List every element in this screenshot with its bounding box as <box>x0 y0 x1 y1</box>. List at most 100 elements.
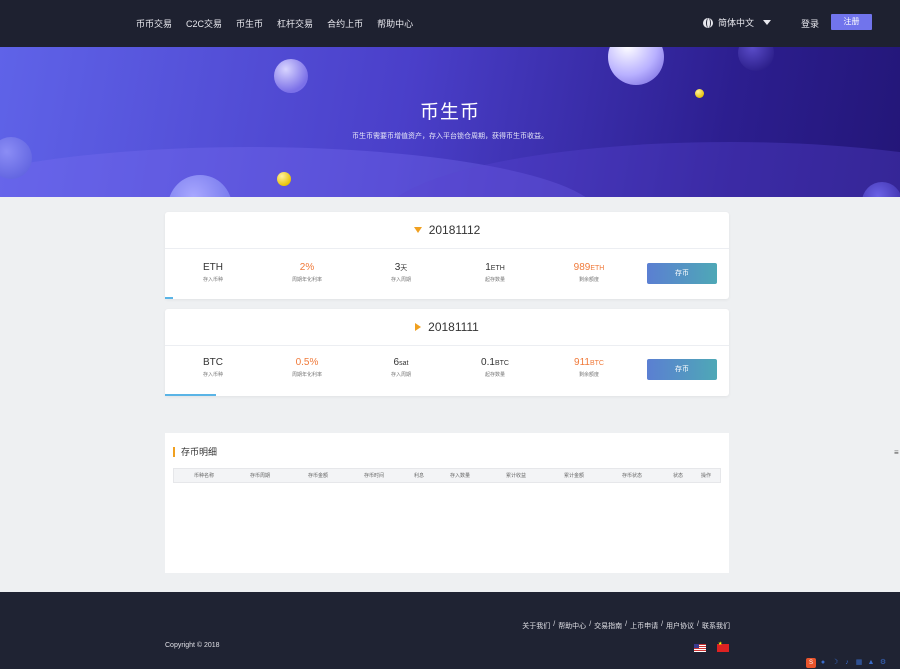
footer-link-listing[interactable]: 上币申请 <box>630 621 658 631</box>
deposit-button[interactable]: 存币 <box>647 263 717 284</box>
product-card-header[interactable]: 20181112 <box>165 212 729 249</box>
top-navbar: 币币交易 C2C交易 币生币 杠杆交易 合约上币 帮助中心 简体中文 登录 注册 <box>0 0 900 47</box>
records-title: 存币明细 <box>173 447 217 457</box>
column-header: 币种名称 <box>193 473 215 479</box>
column-header: 利息 <box>413 473 425 479</box>
column-header: 累计金额 <box>563 473 585 479</box>
input-method-icon[interactable]: S <box>806 658 816 668</box>
min-label: 起存数量 <box>484 372 505 378</box>
rate-value: 2% <box>299 262 315 273</box>
footer-link-agreement[interactable]: 用户协议 <box>666 621 694 631</box>
remaining-value: 989ETH <box>573 262 605 273</box>
column-header: 存入数量 <box>449 473 471 479</box>
tray-icon[interactable]: ▦ <box>854 658 864 668</box>
rate-value: 0.5% <box>295 357 319 368</box>
product-card: 20181111 BTC 存入币种 0.5% 周期年化利率 6sat 存入周期 … <box>165 309 729 396</box>
column-header: 状态 <box>672 473 684 479</box>
nav-link-listing[interactable]: 合约上币 <box>327 17 363 30</box>
tray-icon[interactable]: ♪ <box>842 658 852 668</box>
cn-flag-icon[interactable] <box>717 641 729 652</box>
stat-remaining: 911BTC 剩余额度 <box>541 357 637 378</box>
coin-label: 存入币种 <box>202 372 223 378</box>
footer: 关于我们 / 帮助中心 / 交易指南 / 上币申请 / 用户协议 / 联系我们 … <box>0 592 900 669</box>
remaining-label: 剩余额度 <box>578 277 599 283</box>
language-selector[interactable]: 简体中文 <box>703 16 772 29</box>
rate-label: 周期年化利率 <box>291 277 322 283</box>
language-label: 简体中文 <box>718 18 755 28</box>
column-header: 操作 <box>700 473 712 479</box>
stat-coin: BTC 存入币种 <box>165 357 261 378</box>
footer-link-guide[interactable]: 交易指南 <box>594 621 622 631</box>
period-value: 6sat <box>393 357 409 368</box>
footer-links: 关于我们 / 帮助中心 / 交易指南 / 上币申请 / 用户协议 / 联系我们 <box>522 621 730 631</box>
tray-icon[interactable]: ● <box>818 658 828 668</box>
us-flag-icon[interactable] <box>694 644 706 652</box>
footer-separator: / <box>661 621 664 628</box>
column-header: 存币时间 <box>363 473 385 479</box>
footer-separator: / <box>553 621 556 628</box>
rate-label: 周期年化利率 <box>291 372 322 378</box>
records-table-header: 币种名称 存币周期 存币金额 存币时间 利息 存入数量 累计收益 累计金额 存币… <box>173 468 721 483</box>
collapse-arrow-icon <box>415 323 422 331</box>
deposit-records-panel: 存币明细 币种名称 存币周期 存币金额 存币时间 利息 存入数量 累计收益 累计… <box>165 433 729 573</box>
scroll-mark-icon: ≡ <box>894 448 899 457</box>
stat-rate: 0.5% 周期年化利率 <box>259 357 355 378</box>
decorative-sphere <box>738 47 774 71</box>
remaining-value: 911BTC <box>574 357 604 368</box>
period-label: 存入周期 <box>390 372 411 378</box>
column-header: 存币状态 <box>621 473 643 479</box>
product-card-header[interactable]: 20181111 <box>165 309 729 346</box>
remaining-label: 剩余额度 <box>578 372 599 378</box>
footer-separator: / <box>697 621 699 628</box>
hero-banner: 币生币 币生币需要币增值资产，存入平台锁仓周期，获得币生币收益。 <box>0 47 900 197</box>
nav-link-staking[interactable]: 币生币 <box>236 17 263 30</box>
coin-label: 存入币种 <box>202 277 223 283</box>
gold-coin <box>277 172 291 186</box>
product-name: 20181111 <box>428 320 479 334</box>
product-card: 20181112 ETH 存入币种 2% 周期年化利率 3天 存入周期 1ETH… <box>165 212 729 299</box>
footer-link-contact[interactable]: 联系我们 <box>702 621 730 631</box>
register-button[interactable]: 注册 <box>831 14 872 30</box>
progress-bar <box>165 297 174 299</box>
nav-link-margin-trading[interactable]: 杠杆交易 <box>277 17 313 30</box>
page-subtitle: 币生币需要币增值资产，存入平台锁仓周期，获得币生币收益。 <box>352 133 548 140</box>
nav-links: 币币交易 C2C交易 币生币 杠杆交易 合约上币 帮助中心 <box>136 17 413 30</box>
column-header: 存币周期 <box>249 473 271 479</box>
min-label: 起存数量 <box>484 277 505 283</box>
stat-period: 6sat 存入周期 <box>353 357 449 378</box>
footer-separator: / <box>625 621 628 628</box>
globe-icon <box>703 17 713 28</box>
progress-bar <box>165 394 216 396</box>
stat-min: 1ETH 起存数量 <box>447 262 543 283</box>
expand-arrow-icon <box>413 227 422 233</box>
footer-link-about[interactable]: 关于我们 <box>522 621 550 631</box>
stat-coin: ETH 存入币种 <box>165 262 261 283</box>
period-value: 3天 <box>394 262 408 273</box>
product-name: 20181112 <box>428 223 481 237</box>
system-tray: S ● ☽ ♪ ▦ ▲ ⚙ <box>806 657 900 669</box>
nav-link-spot-trading[interactable]: 币币交易 <box>136 17 172 30</box>
column-header: 存币金额 <box>307 473 329 479</box>
coin-value: BTC <box>203 357 223 368</box>
tray-icon[interactable]: ⚙ <box>878 658 888 668</box>
login-link[interactable]: 登录 <box>801 17 819 30</box>
page-title: 币生币 <box>419 102 480 123</box>
stat-period: 3天 存入周期 <box>353 262 449 283</box>
tray-icon[interactable]: ▲ <box>866 658 876 668</box>
footer-link-help[interactable]: 帮助中心 <box>558 621 586 631</box>
nav-link-c2c-trading[interactable]: C2C交易 <box>186 17 222 30</box>
coin-value: ETH <box>203 262 223 273</box>
tray-icon[interactable]: ☽ <box>830 658 840 668</box>
decorative-sphere <box>608 47 664 85</box>
nav-link-help-center[interactable]: 帮助中心 <box>377 17 413 30</box>
min-value: 0.1BTC <box>481 357 509 368</box>
deposit-button[interactable]: 存币 <box>647 359 717 380</box>
min-value: 1ETH <box>485 262 505 273</box>
stat-min: 0.1BTC 起存数量 <box>447 357 543 378</box>
stat-rate: 2% 周期年化利率 <box>259 262 355 283</box>
footer-separator: / <box>589 621 592 628</box>
decorative-sphere <box>274 59 308 93</box>
column-header: 累计收益 <box>505 473 527 479</box>
chevron-down-icon <box>763 20 772 25</box>
stat-remaining: 989ETH 剩余额度 <box>541 262 637 283</box>
